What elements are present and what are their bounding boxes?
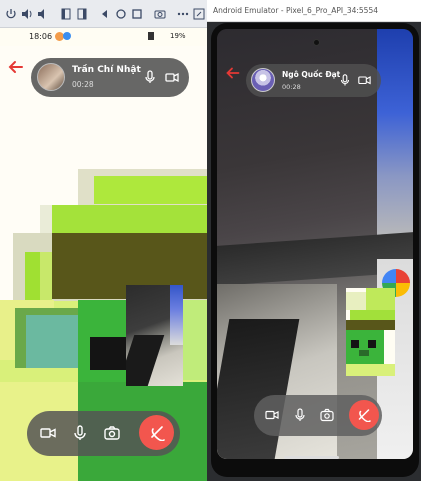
settings-icon[interactable] bbox=[191, 5, 206, 23]
emulator-window: Android Emulator - Pixel_6_Pro_API_34:55… bbox=[207, 0, 421, 481]
caller-name: Trần Chí Nhật bbox=[72, 65, 141, 75]
call-duration: 00:28 bbox=[282, 83, 301, 91]
mirror-toolbar bbox=[0, 0, 207, 28]
messenger-icon bbox=[63, 32, 71, 40]
self-view-preview[interactable] bbox=[346, 288, 395, 376]
video-camera-icon[interactable] bbox=[165, 70, 179, 84]
status-bar: 18:06 19% bbox=[0, 28, 207, 46]
more-icon[interactable] bbox=[175, 5, 190, 23]
emulator-title-bar: Android Emulator - Pixel_6_Pro_API_34:55… bbox=[207, 0, 421, 22]
rotate-left-icon[interactable] bbox=[58, 5, 73, 23]
hangup-button[interactable] bbox=[349, 400, 379, 430]
back-nav-icon[interactable] bbox=[97, 5, 112, 23]
front-camera-cutout bbox=[313, 39, 320, 46]
volume-down-icon[interactable] bbox=[35, 5, 50, 23]
mute-mic-icon[interactable] bbox=[293, 408, 307, 422]
rotate-right-icon[interactable] bbox=[74, 5, 89, 23]
hangup-button[interactable] bbox=[139, 415, 174, 450]
video-camera-icon[interactable] bbox=[358, 74, 371, 86]
left-phone-screen: 18:06 19% Trần Chí Nhật 00:28 bbox=[0, 0, 207, 481]
home-nav-icon[interactable] bbox=[113, 5, 128, 23]
phone-hangup-icon bbox=[150, 425, 165, 441]
microphone-icon[interactable] bbox=[339, 74, 351, 86]
overview-nav-icon[interactable] bbox=[129, 5, 144, 23]
back-arrow-icon[interactable] bbox=[226, 67, 240, 79]
caller-info-pill: Trần Chí Nhật 00:28 bbox=[31, 58, 189, 97]
battery-label: 19% bbox=[170, 32, 186, 40]
screenshot: 18:06 19% Trần Chí Nhật 00:28 Android Em… bbox=[0, 0, 421, 481]
signal-icon bbox=[148, 32, 154, 40]
caller-avatar bbox=[37, 63, 65, 91]
microphone-icon[interactable] bbox=[143, 70, 157, 84]
caller-name: Ngô Quốc Đạt bbox=[282, 70, 341, 79]
status-time: 18:06 bbox=[29, 32, 53, 41]
camera-switch-icon[interactable] bbox=[320, 408, 334, 422]
volume-up-icon[interactable] bbox=[19, 5, 34, 23]
video-toggle-icon[interactable] bbox=[265, 408, 279, 422]
self-view-preview[interactable] bbox=[126, 285, 183, 386]
phone-hangup-icon bbox=[358, 409, 371, 422]
caller-info-pill: Ngô Quốc Đạt 00:28 bbox=[246, 64, 381, 97]
screenshot-icon[interactable] bbox=[152, 5, 167, 23]
camera-switch-icon[interactable] bbox=[104, 425, 120, 441]
video-toggle-icon[interactable] bbox=[40, 425, 56, 441]
call-duration: 00:28 bbox=[72, 80, 94, 89]
back-arrow-icon[interactable] bbox=[8, 60, 24, 74]
emulator-screen: Ngô Quốc Đạt 00:28 bbox=[217, 29, 413, 459]
emulator-device-frame: Ngô Quốc Đạt 00:28 bbox=[211, 23, 419, 477]
gesture-home-bar[interactable] bbox=[284, 456, 339, 459]
caller-avatar bbox=[251, 68, 275, 92]
power-icon[interactable] bbox=[3, 5, 18, 23]
mute-mic-icon[interactable] bbox=[72, 425, 88, 441]
